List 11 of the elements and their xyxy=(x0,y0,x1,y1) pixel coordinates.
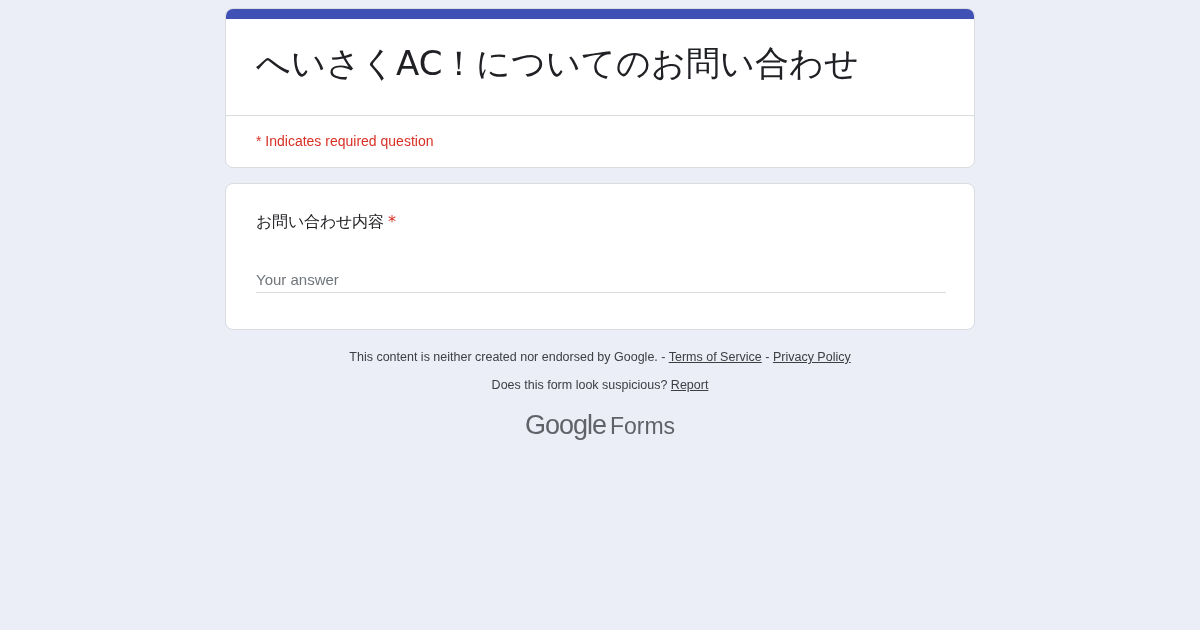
report-link[interactable]: Report xyxy=(670,378,709,392)
form-title: へいさくAC！についてのお問い合わせ xyxy=(255,42,861,85)
disclaimer-text: This content is neither created nor endorsed by Google. - Terms of Service - Privacy Policy xyxy=(349,350,851,364)
question-label: お問い合わせ内容 xyxy=(256,212,384,233)
required-notice: * Indicates required question xyxy=(256,133,434,149)
terms-link[interactable]: Terms of Service xyxy=(668,350,762,364)
logo-brand: Google xyxy=(524,410,606,441)
suspicious-text: Does this form look suspicious? Report xyxy=(491,378,709,392)
required-mark: * xyxy=(388,212,396,233)
logo-product: Forms xyxy=(609,413,676,440)
privacy-link[interactable]: Privacy Policy xyxy=(772,350,851,364)
